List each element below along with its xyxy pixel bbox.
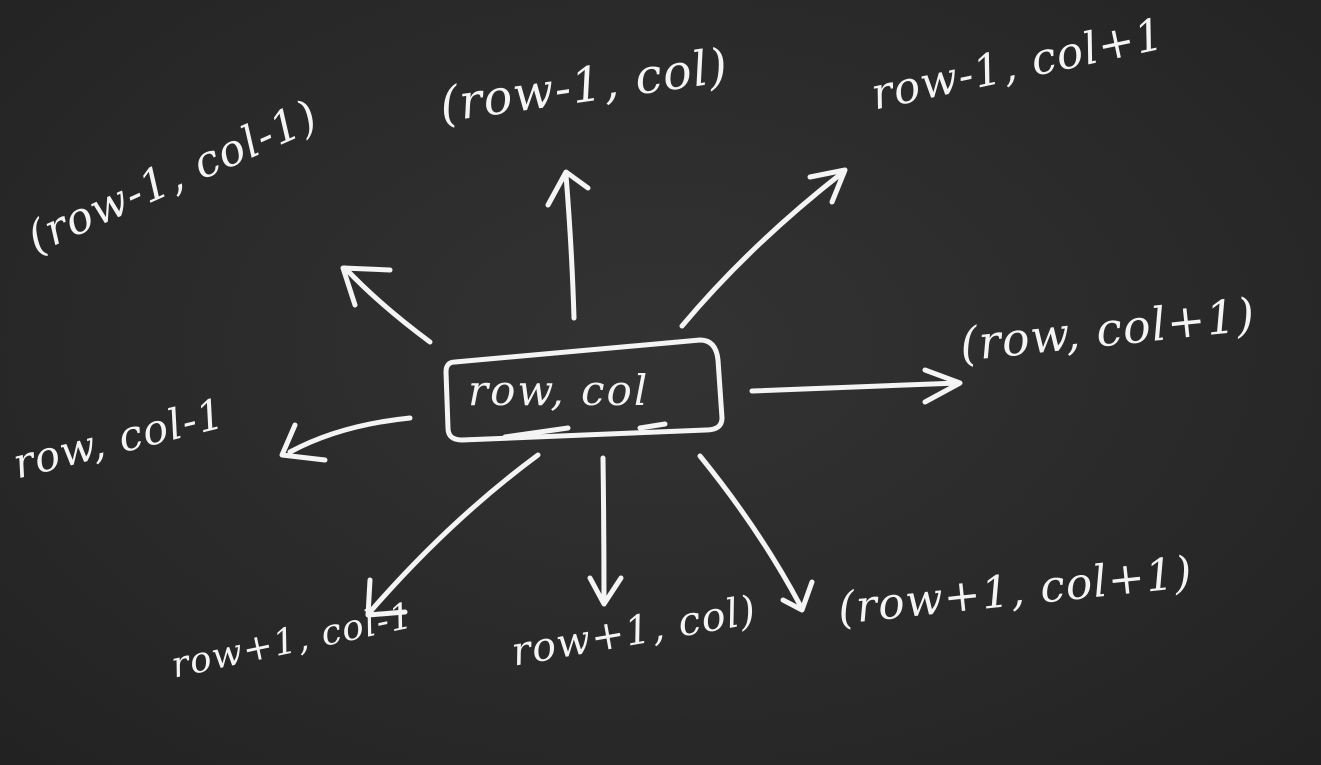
chalkboard: row, col (row-1, col-1) (row-1, col) row… [0, 0, 1321, 765]
arrow-right [749, 380, 961, 394]
arrow-up-right [679, 170, 845, 329]
arrow-up [563, 172, 577, 321]
arrow-up-left [342, 265, 433, 345]
arrow-down [600, 455, 607, 605]
arrow-down-right [697, 453, 803, 608]
arrow-left [287, 415, 413, 455]
arrow-down-left [367, 452, 541, 615]
center-cell-label: row, col [468, 366, 650, 415]
